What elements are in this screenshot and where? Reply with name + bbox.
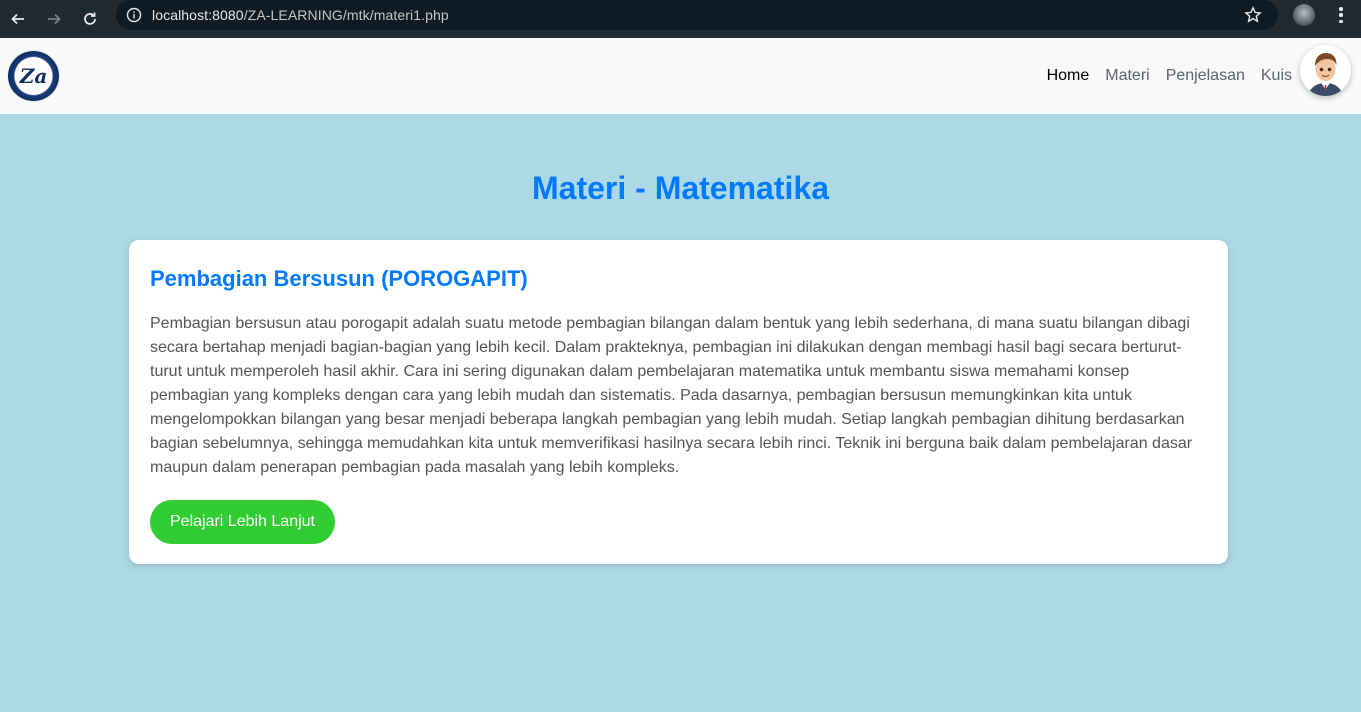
back-button[interactable]	[0, 5, 36, 33]
materi-card: Pembagian Bersusun (POROGAPIT) Pembagian…	[129, 240, 1228, 564]
user-avatar[interactable]	[1300, 45, 1351, 96]
info-icon[interactable]	[126, 7, 142, 23]
site-logo[interactable]: Za	[8, 51, 59, 101]
back-icon	[11, 13, 24, 25]
nav-penjelasan[interactable]: Penjelasan	[1166, 67, 1245, 85]
avatar-illustration-icon	[1300, 45, 1351, 96]
url-text: localhost:8080/ZA-LEARNING/mtk/materi1.p…	[152, 7, 449, 23]
reload-icon	[84, 12, 96, 25]
logo-mark: Za	[19, 64, 48, 88]
address-bar[interactable]: localhost:8080/ZA-LEARNING/mtk/materi1.p…	[116, 0, 1278, 30]
nav-menu: Home Materi Penjelasan Kuis	[1047, 38, 1292, 114]
card-body-text: Pembagian bersusun atau porogapit adalah…	[150, 315, 1193, 476]
card-title: Pembagian Bersusun (POROGAPIT)	[150, 266, 528, 291]
url-host: localhost:8080	[152, 7, 244, 23]
site-navbar: Za Home Materi Penjelasan Kuis	[0, 38, 1361, 114]
forward-icon	[48, 13, 61, 25]
browser-toolbar: localhost:8080/ZA-LEARNING/mtk/materi1.p…	[0, 0, 1361, 38]
browser-profile-avatar[interactable]	[1293, 4, 1315, 26]
forward-button[interactable]	[36, 5, 72, 33]
nav-home[interactable]: Home	[1047, 67, 1090, 85]
star-icon[interactable]	[1244, 6, 1262, 24]
page-title: Materi - Matematika	[532, 170, 829, 206]
nav-kuis[interactable]: Kuis	[1261, 67, 1292, 85]
reload-button[interactable]	[72, 5, 108, 33]
url-path: /ZA-LEARNING/mtk/materi1.php	[243, 7, 449, 23]
learn-more-button[interactable]: Pelajari Lebih Lanjut	[150, 500, 335, 544]
kebab-menu-icon[interactable]	[1333, 5, 1349, 25]
nav-materi[interactable]: Materi	[1105, 67, 1149, 85]
